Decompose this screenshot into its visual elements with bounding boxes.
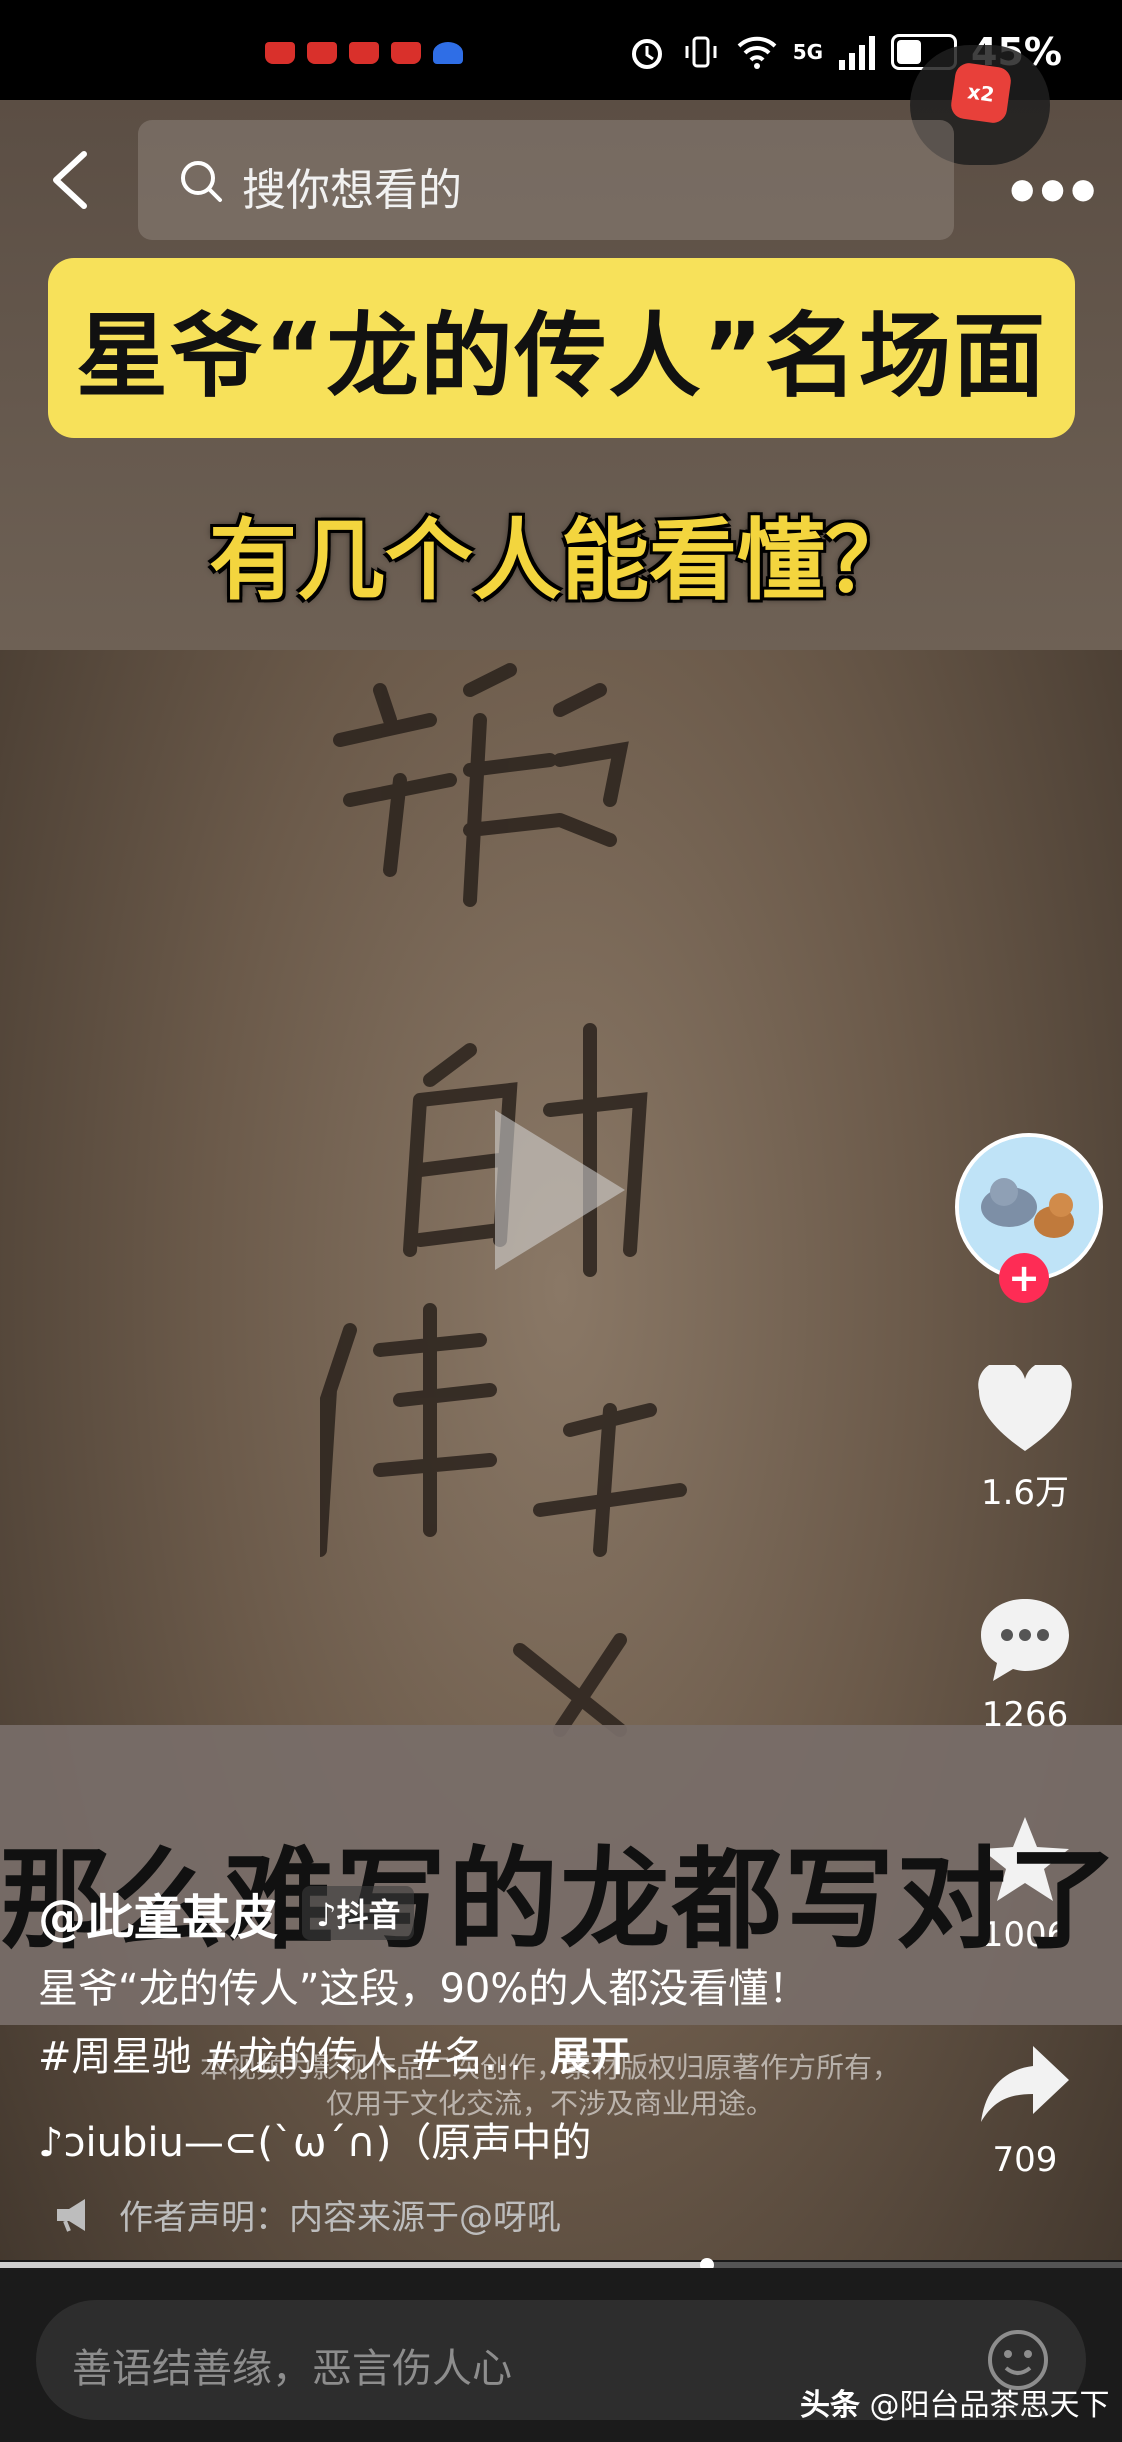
signal-icon — [839, 36, 876, 70]
source-watermark: 头条 @阳台品茶思天下 — [800, 2380, 1110, 2424]
app-notification-icon — [265, 42, 295, 64]
author-name[interactable]: @此童甚皮 — [38, 1878, 278, 1948]
source-label: 头条 — [800, 2388, 860, 2423]
reward-gem-icon: x2 — [949, 61, 1013, 125]
source-account: @阳台品茶思天下 — [869, 2388, 1110, 2423]
comment-placeholder: 善语结善缘，恶言伤人心 — [72, 2346, 512, 2392]
music-track[interactable]: ♪ɔiubiu—⊂(`ω´∩)（原声中的 — [38, 2110, 591, 2168]
alarm-icon — [631, 39, 662, 69]
play-icon[interactable] — [485, 1100, 635, 1280]
app-notification-icon — [349, 42, 379, 64]
notification-icons — [265, 42, 463, 64]
share-count: 709 — [992, 2140, 1058, 2180]
app-notification-icon — [433, 42, 463, 64]
like-button[interactable]: 1.6万 — [955, 1365, 1095, 1514]
back-arrow-icon[interactable] — [48, 150, 92, 210]
app-notification-icon — [307, 42, 337, 64]
comment-count: 1266 — [981, 1695, 1069, 1735]
share-icon — [981, 2046, 1069, 2122]
share-button[interactable]: 709 — [955, 2040, 1095, 2180]
video-subtitle: 有几个人能看懂？ — [208, 509, 913, 612]
author-declaration: 作者声明：内容来源于@呀吼 — [55, 2190, 561, 2239]
search-icon — [181, 161, 222, 202]
comment-button[interactable]: 1266 — [955, 1595, 1095, 1735]
vibrate-icon — [685, 36, 717, 68]
follow-button[interactable]: + — [999, 1253, 1049, 1303]
platform-tag: ♪抖音 — [302, 1886, 415, 1940]
megaphone-icon — [57, 2198, 85, 2232]
search-placeholder: 搜你想看的 — [242, 165, 462, 216]
like-count: 1.6万 — [980, 1473, 1070, 1513]
app-notification-icon — [391, 42, 421, 64]
declaration-text: 作者声明：内容来源于@呀吼 — [119, 2198, 561, 2238]
search-input[interactable]: 搜你想看的 — [138, 120, 954, 240]
comment-icon — [981, 1599, 1069, 1681]
network-type: 5G — [792, 40, 824, 64]
more-options-icon[interactable]: ●●● — [1010, 172, 1101, 205]
wifi-icon — [737, 36, 777, 69]
video-title-banner: 星爷“龙的传人”名场面 — [48, 258, 1075, 438]
watermark-line: 本视频为影视作品二次创作，素材版权归原著作方所有， — [199, 2051, 900, 2084]
heart-icon — [978, 1365, 1072, 1451]
